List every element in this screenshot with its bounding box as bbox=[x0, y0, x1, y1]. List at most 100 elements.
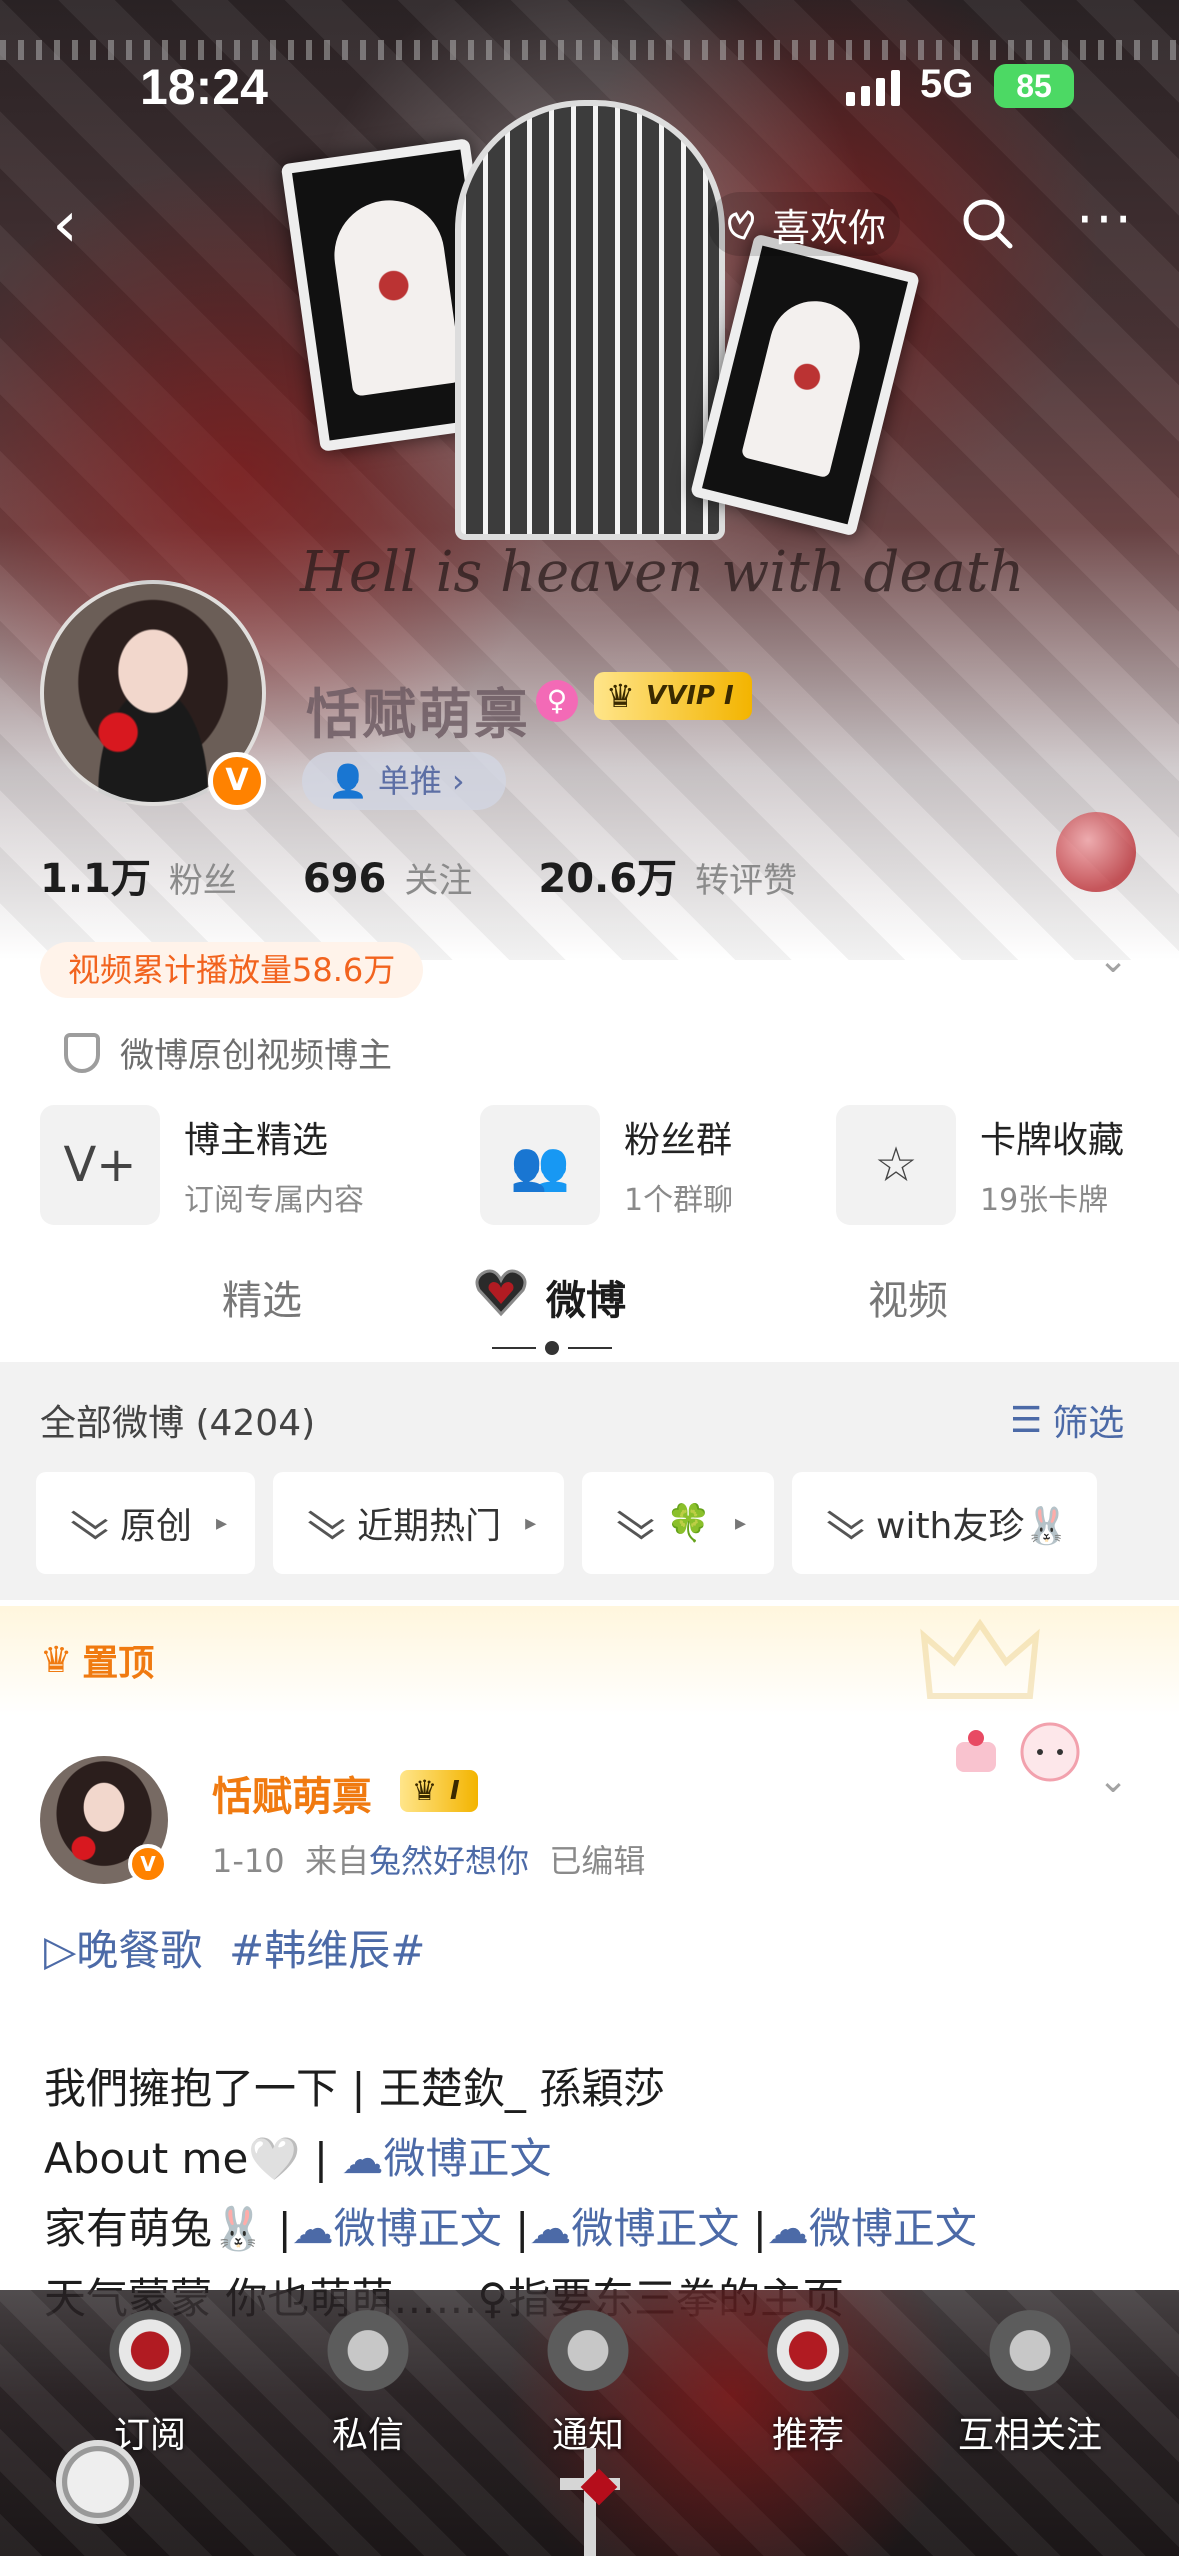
following-count[interactable]: 696 bbox=[303, 856, 387, 902]
feature-fan-group[interactable]: 👥 粉丝群 1个群聊 bbox=[480, 1102, 733, 1228]
feature-title: 博主精选 bbox=[184, 1120, 329, 1161]
separator: | bbox=[739, 2204, 767, 2253]
creator-tag-label: 微博原创视频博主 bbox=[120, 1036, 392, 1076]
creator-tag[interactable]: 微博原创视频博主 bbox=[64, 1028, 392, 1077]
following-label[interactable]: 关注 bbox=[404, 853, 472, 902]
weibo-text-link-label: 微博正文 bbox=[333, 2204, 502, 2253]
crown-icon: ♛ bbox=[40, 1639, 73, 1681]
caret-right-icon: ▸ bbox=[734, 1510, 746, 1536]
layers-icon bbox=[72, 1507, 104, 1539]
group-icon: 👥 bbox=[480, 1105, 600, 1225]
bottom-tab-label: 私信 bbox=[331, 2415, 404, 2456]
topic-link[interactable]: #韩维辰# bbox=[229, 1926, 425, 1975]
post-date: 1-10 bbox=[212, 1842, 285, 1880]
tab-active-indicator bbox=[492, 1341, 612, 1355]
weibo-text-link-label: 微博正文 bbox=[808, 2204, 977, 2253]
bunny-decoration bbox=[956, 1722, 1080, 1782]
signal-icon bbox=[846, 66, 900, 106]
post-edited: 已编辑 bbox=[549, 1842, 646, 1880]
post-from-prefix: 来自 bbox=[304, 1842, 369, 1880]
weibo-text-link[interactable]: ☁微博正文 bbox=[767, 2204, 977, 2253]
post-author-name[interactable]: 恬赋萌禀 bbox=[212, 1764, 372, 1822]
post-text: 家有萌兔🐰 | bbox=[44, 2204, 292, 2253]
search-icon[interactable] bbox=[954, 190, 1024, 260]
feature-curated[interactable]: V+ 博主精选 订阅专属内容 bbox=[40, 1102, 364, 1228]
like-you-button[interactable]: 喜欢你 bbox=[708, 192, 901, 256]
ring-icon bbox=[543, 2310, 633, 2400]
post-vip-badge[interactable]: I bbox=[400, 1770, 478, 1812]
chip-with-friend[interactable]: with友珍🐰 bbox=[792, 1472, 1098, 1574]
chip-original[interactable]: 原创 ▸ bbox=[36, 1472, 256, 1574]
weibo-text-link-label: 微博正文 bbox=[571, 2204, 740, 2253]
post-body: ▷晚餐歌 #韩维辰# 我們擁抱了一下 | 王楚欽_ 孫穎莎 About me🤍 … bbox=[44, 1916, 1144, 2334]
status-bar: 18:24 5G 85 bbox=[0, 0, 1179, 150]
post-line: 我們擁抱了一下 | 王楚欽_ 孫穎莎 bbox=[44, 2064, 666, 2113]
shield-icon bbox=[64, 1032, 100, 1073]
more-icon[interactable]: ··· bbox=[1070, 190, 1140, 260]
chip-label: 🍀 bbox=[666, 1503, 711, 1544]
verified-icon: V bbox=[128, 1844, 168, 1884]
back-icon[interactable]: ‹ bbox=[30, 190, 100, 260]
post-text: About me🤍 | bbox=[44, 2134, 342, 2183]
weibo-text-link[interactable]: ☁微博正文 bbox=[341, 2134, 551, 2183]
filter-button[interactable]: ☰ 筛选 bbox=[1010, 1394, 1124, 1446]
battery-icon: 85 bbox=[994, 64, 1074, 108]
feature-title: 粉丝群 bbox=[624, 1120, 733, 1161]
v-plus-icon: V+ bbox=[40, 1105, 160, 1225]
song-link[interactable]: ▷晚餐歌 bbox=[44, 1926, 202, 1975]
birdcage-illustration bbox=[455, 100, 725, 540]
tab-weibo[interactable]: 微博 bbox=[546, 1268, 626, 1326]
chip-clover[interactable]: 🍀 ▸ bbox=[582, 1472, 774, 1574]
video-plays-badge[interactable]: 视频累计播放量58.6万 bbox=[40, 942, 424, 998]
card-icon: ☆ bbox=[836, 1105, 956, 1225]
post-meta: 1-10 来自兔然好想你 已编辑 bbox=[212, 1836, 645, 1882]
chip-label: 原创 bbox=[120, 1506, 193, 1547]
link-icon: ☁ bbox=[291, 2204, 334, 2253]
verified-icon: V bbox=[208, 752, 266, 810]
chevron-down-icon[interactable]: ⌄ bbox=[1098, 940, 1128, 981]
like-you-label: 喜欢你 bbox=[772, 205, 887, 250]
network-type: 5G bbox=[920, 62, 974, 106]
profile-stats: 1.1万 粉丝 696 关注 20.6万 转评赞 bbox=[40, 846, 845, 904]
chevron-right-icon: › bbox=[451, 762, 465, 800]
link-icon: ☁ bbox=[529, 2204, 572, 2253]
bottom-tab-subscribe[interactable]: 订阅 bbox=[70, 2310, 230, 2458]
tab-featured[interactable]: 精选 bbox=[222, 1268, 302, 1326]
weibo-text-link-label: 微博正文 bbox=[383, 2134, 552, 2183]
bottom-tab-mutual-follow[interactable]: 互相关注 bbox=[950, 2310, 1110, 2458]
single-push-label: 单推 bbox=[377, 762, 442, 800]
apple-decoration bbox=[1056, 812, 1136, 892]
tab-video[interactable]: 视频 bbox=[868, 1268, 948, 1326]
layers-icon bbox=[309, 1507, 341, 1539]
chip-label: 近期热门 bbox=[357, 1506, 502, 1547]
post-source-link[interactable]: 兔然好想你 bbox=[369, 1842, 529, 1880]
filter-icon: ☰ bbox=[1010, 1399, 1043, 1441]
bottom-tab-notifications[interactable]: 通知 bbox=[508, 2310, 668, 2458]
bottom-tab-label: 互相关注 bbox=[957, 2415, 1102, 2456]
chip-recent-hot[interactable]: 近期热门 ▸ bbox=[273, 1472, 565, 1574]
person-icon: 👤 bbox=[328, 762, 368, 800]
caret-right-icon: ▸ bbox=[216, 1510, 228, 1536]
bottom-tab-messages[interactable]: 私信 bbox=[288, 2310, 448, 2458]
link-icon: ☁ bbox=[341, 2134, 384, 2183]
feature-subtitle: 19张卡牌 bbox=[980, 1183, 1109, 1218]
female-icon: ♀ bbox=[536, 680, 578, 722]
banner-script-text: Hell is heaven with death bbox=[300, 540, 1025, 605]
bottom-tab-recommend[interactable]: 推荐 bbox=[728, 2310, 888, 2458]
chevron-down-icon[interactable]: ⌄ bbox=[1098, 1760, 1128, 1801]
weibo-text-link[interactable]: ☁微博正文 bbox=[529, 2204, 739, 2253]
link-icon: ☁ bbox=[766, 2204, 809, 2253]
weibo-text-link[interactable]: ☁微博正文 bbox=[292, 2204, 502, 2253]
feed-chips: 原创 ▸ 近期热门 ▸ 🍀 ▸ with友珍🐰 bbox=[36, 1472, 1098, 1574]
battery-level: 85 bbox=[1016, 68, 1052, 104]
followers-count[interactable]: 1.1万 bbox=[40, 846, 151, 904]
feature-subtitle: 订阅专属内容 bbox=[184, 1183, 364, 1218]
layers-icon bbox=[828, 1507, 860, 1539]
followers-label[interactable]: 粉丝 bbox=[169, 853, 237, 902]
single-push-button[interactable]: 👤 单推 › bbox=[302, 752, 506, 810]
interactions-label: 转评赞 bbox=[695, 861, 798, 901]
feature-card-collection[interactable]: ☆ 卡牌收藏 19张卡牌 bbox=[836, 1102, 1124, 1228]
hand-heart-icon bbox=[728, 210, 754, 240]
feature-subtitle: 1个群聊 bbox=[624, 1183, 734, 1218]
vip-badge[interactable]: VVIP I bbox=[594, 672, 752, 720]
